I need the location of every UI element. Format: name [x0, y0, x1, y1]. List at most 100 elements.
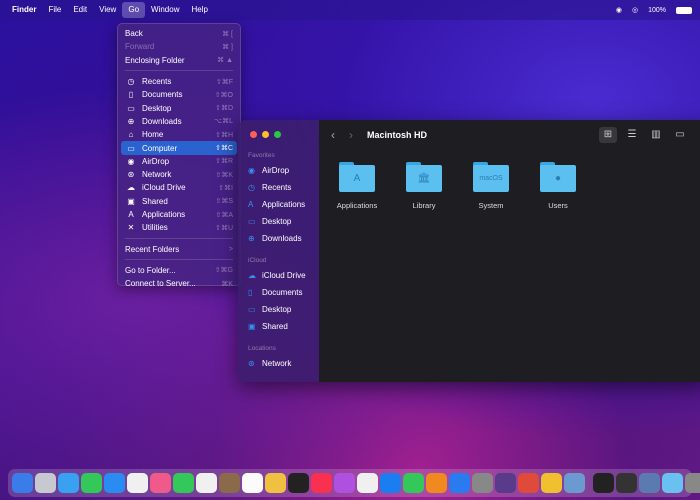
menu-item-recent-folders[interactable]: Recent Folders >: [121, 242, 237, 255]
menu-item-utilities[interactable]: ✕ Utilities ⇧⌘U: [121, 221, 237, 234]
dock-app-icon[interactable]: [662, 472, 683, 494]
menu-edit[interactable]: Edit: [67, 2, 93, 18]
menu-item-label: Applications: [142, 210, 186, 219]
dock-app-icon[interactable]: [311, 472, 332, 494]
menu-item-label: Shared: [142, 196, 168, 206]
sidebar-item-documents[interactable]: ▯ Documents: [244, 284, 313, 301]
user-icon[interactable]: ◎: [632, 6, 638, 14]
menu-help[interactable]: Help: [185, 2, 213, 18]
menu-item-go-to-folder-[interactable]: Go to Folder... ⇧⌘G: [121, 264, 237, 277]
airdrop-status-icon[interactable]: ◉: [616, 6, 622, 14]
menu-view[interactable]: View: [93, 2, 122, 18]
menu-item-network[interactable]: ⊛ Network ⇧⌘K: [121, 168, 237, 181]
icloud-drive-icon: ☁: [248, 271, 256, 280]
list-view-icon[interactable]: ☰: [623, 127, 641, 143]
dock-app-icon[interactable]: [616, 472, 637, 494]
sidebar-item-downloads[interactable]: ⊕ Downloads: [244, 230, 313, 247]
sidebar-item-recents[interactable]: ◷ Recents: [244, 179, 313, 196]
shortcut: >: [228, 245, 233, 253]
shortcut: ⇧⌘C: [215, 145, 233, 153]
dock-app-icon[interactable]: [265, 472, 286, 494]
minimize-button[interactable]: [262, 131, 269, 138]
column-view-icon[interactable]: ▥: [647, 127, 665, 143]
dock-app-icon[interactable]: [541, 472, 562, 494]
menu-item-airdrop[interactable]: ◉ AirDrop ⇧⌘R: [121, 155, 237, 168]
folder-system[interactable]: macOS System: [473, 162, 509, 210]
shortcut: ⌘K: [221, 280, 233, 288]
menu-item-forward[interactable]: Forward ⌘ ]: [121, 40, 237, 53]
folder-users[interactable]: ● Users: [540, 162, 576, 210]
airdrop-icon: ◉: [248, 166, 255, 175]
dock-app-icon[interactable]: [242, 472, 263, 494]
dock-app-icon[interactable]: [127, 472, 148, 494]
menu-item-applications[interactable]: A Applications ⇧⌘A: [121, 208, 237, 221]
dock-app-icon[interactable]: [35, 472, 56, 494]
documents-icon: ▯: [248, 288, 253, 297]
battery-icon[interactable]: [676, 6, 692, 14]
dock-app-icon[interactable]: [81, 472, 102, 494]
menu-item-recents[interactable]: ◷ Recents ⇧⌘F: [121, 75, 237, 88]
dock-app-icon[interactable]: [173, 472, 194, 494]
shortcut: ⇧⌘F: [215, 78, 233, 86]
menu-finder[interactable]: Finder: [6, 2, 42, 18]
sidebar-item-label: iCloud Drive: [262, 271, 306, 280]
folder-applications[interactable]: A Applications: [336, 162, 378, 210]
dock-app-icon[interactable]: [472, 472, 493, 494]
menu-item-label: Recent Folders: [125, 244, 180, 254]
menu-item-enclosing-folder[interactable]: Enclosing Folder ⌘ ▲: [121, 54, 237, 67]
dock-app-icon[interactable]: [219, 472, 240, 494]
dock-app-icon[interactable]: [150, 472, 171, 494]
menu-item-desktop[interactable]: ▭ Desktop ⇧⌘D: [121, 101, 237, 114]
menu-file[interactable]: File: [42, 2, 67, 18]
dock-app-icon[interactable]: [426, 472, 447, 494]
folder-icon: ●: [540, 162, 576, 192]
menu-item-connect-to-server-[interactable]: Connect to Server... ⌘K: [121, 277, 237, 290]
menu-item-downloads[interactable]: ⊕ Downloads ⌥⌘L: [121, 115, 237, 128]
gallery-view-icon[interactable]: ▭: [671, 127, 689, 143]
dock-app-icon[interactable]: [518, 472, 539, 494]
dock-app-icon[interactable]: [12, 472, 33, 494]
menu-item-home[interactable]: ⌂ Home ⇧⌘H: [121, 128, 237, 141]
dock-app-icon[interactable]: [593, 472, 614, 494]
dock-app-icon[interactable]: [58, 472, 79, 494]
menu-window[interactable]: Window: [145, 2, 185, 18]
dock-app-icon[interactable]: [357, 472, 378, 494]
dock-app-icon[interactable]: [564, 472, 585, 494]
menu-item-label: Home: [142, 130, 164, 140]
sidebar-item-shared[interactable]: ▣ Shared: [244, 318, 313, 335]
menu-item-computer[interactable]: ▭ Computer ⇧⌘C: [121, 141, 237, 155]
dock-app-icon[interactable]: [403, 472, 424, 494]
sidebar-item-airdrop[interactable]: ◉ AirDrop: [244, 162, 313, 179]
dock-app-icon[interactable]: [380, 472, 401, 494]
sidebar-item-icloud-drive[interactable]: ☁ iCloud Drive: [244, 267, 313, 284]
dock-app-icon[interactable]: [334, 472, 355, 494]
menu-item-label: Back: [125, 29, 143, 39]
zoom-button[interactable]: [274, 131, 281, 138]
back-icon[interactable]: ‹: [331, 128, 335, 142]
dock-app-icon[interactable]: [685, 472, 700, 494]
forward-icon[interactable]: ›: [349, 128, 353, 142]
menu-item-documents[interactable]: ▯ Documents ⇧⌘O: [121, 88, 237, 101]
dock-app-icon[interactable]: [288, 472, 309, 494]
icon-view-icon[interactable]: ⊞: [599, 127, 617, 143]
sidebar-item-desktop[interactable]: ▭ Desktop: [244, 213, 313, 230]
dock-app-icon[interactable]: [196, 472, 217, 494]
dock-app-icon[interactable]: [449, 472, 470, 494]
folder-library[interactable]: 🏛 Library: [406, 162, 442, 210]
menu-go[interactable]: Go: [122, 2, 146, 18]
sidebar-item-network[interactable]: ⊛ Network: [244, 355, 313, 372]
sidebar-item-desktop[interactable]: ▭ Desktop: [244, 301, 313, 318]
go-menu: Back ⌘ [Forward ⌘ ] Enclosing Folder ⌘ ▲ ◷ Rec…: [117, 23, 241, 288]
folder-label: Applications: [336, 201, 378, 210]
close-button[interactable]: [250, 131, 257, 138]
menu-item-icloud-drive[interactable]: ☁ iCloud Drive ⇧⌘I: [121, 181, 237, 194]
menu-item-shared[interactable]: ▣ Shared ⇧⌘S: [121, 195, 237, 208]
dock-app-icon[interactable]: [104, 472, 125, 494]
sidebar-section-header: iCloud: [248, 257, 267, 264]
dock-app-icon[interactable]: [639, 472, 660, 494]
menu-item-back[interactable]: Back ⌘ [: [121, 27, 237, 40]
shortcut: ⇧⌘A: [215, 211, 233, 219]
menu-item-label: Utilities: [142, 223, 168, 233]
dock-app-icon[interactable]: [495, 472, 516, 494]
sidebar-item-applications[interactable]: A Applications: [244, 196, 313, 213]
